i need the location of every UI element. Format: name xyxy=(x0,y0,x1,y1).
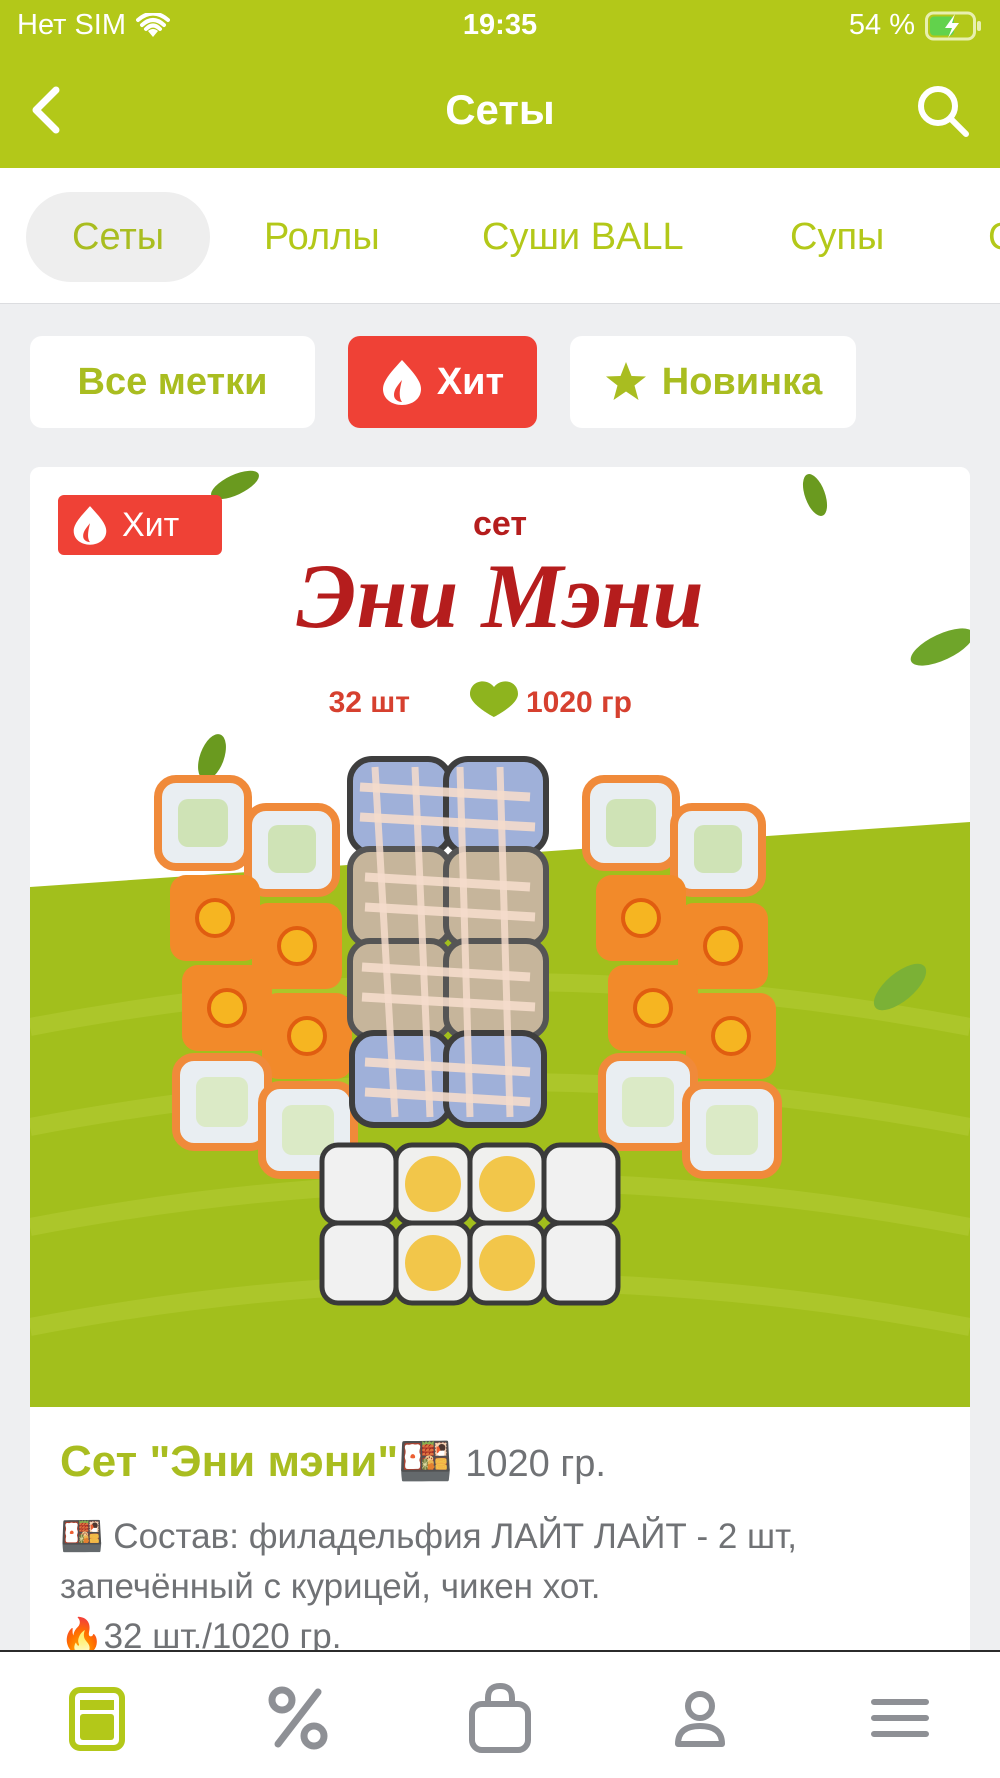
battery-indicator: 54 % xyxy=(849,9,983,42)
battery-label: 54 % xyxy=(848,9,915,41)
flame-icon xyxy=(73,506,107,545)
image-count: 32 шт xyxy=(329,686,410,719)
profile-tab-icon xyxy=(675,1691,725,1747)
product-card[interactable]: сет Эни Мэни 32 шт 1020 гр Хит Сет "Эни … xyxy=(30,467,970,1667)
filter-new-label: Новинка xyxy=(661,360,823,403)
nav-bar: Сеты xyxy=(0,62,1000,158)
more-tab-icon xyxy=(871,1699,929,1737)
battery-icon xyxy=(925,11,981,40)
product-description: 🍱 Состав: филадельфия ЛАЙТ ЛАЙТ - 2 шт, … xyxy=(60,1512,950,1662)
rolls-right xyxy=(582,775,782,1179)
status-bar: Нет SIM 19:35 54 % xyxy=(0,0,1000,50)
image-set-name: Эни Мэни xyxy=(296,545,703,647)
bottom-tab-bar xyxy=(0,1650,1000,1778)
search-icon[interactable] xyxy=(914,82,972,140)
image-set-word: сет xyxy=(473,505,527,543)
menu-tab-icon xyxy=(69,1687,125,1751)
tab-promotions[interactable] xyxy=(262,1682,334,1754)
filter-new[interactable]: Новинка xyxy=(570,336,856,428)
product-image[interactable]: сет Эни Мэни 32 шт 1020 гр xyxy=(30,467,970,1407)
hit-badge: Хит xyxy=(58,495,222,555)
category-tab-soups[interactable]: Супы xyxy=(790,192,884,282)
hit-badge-label: Хит xyxy=(122,505,180,544)
star-icon xyxy=(605,362,646,400)
category-tab-next[interactable]: С xyxy=(988,192,1000,282)
top-bar: Нет SIM 19:35 54 % Сеты xyxy=(0,0,1000,168)
filter-all-label: Все метки xyxy=(77,360,268,403)
category-tab-sushi-ball[interactable]: Суши BALL xyxy=(482,192,684,282)
bag-tab-icon xyxy=(469,1682,531,1753)
description-line: запечённый с курицей, чикен хот. xyxy=(60,1567,601,1606)
tab-cart[interactable] xyxy=(464,1682,536,1754)
filter-hit[interactable]: Хит xyxy=(348,336,537,428)
image-weight: 1020 гр xyxy=(526,686,632,719)
percent-tab-icon xyxy=(268,1686,328,1750)
description-line: 🍱 Состав: филадельфия ЛАЙТ ЛАЙТ - 2 шт, xyxy=(60,1517,797,1556)
category-tab-rolls[interactable]: Роллы xyxy=(264,192,380,282)
category-tabs: Сеты Роллы Суши BALL Супы С xyxy=(0,168,1000,304)
filter-all-tags[interactable]: Все метки xyxy=(30,336,315,428)
flame-icon xyxy=(382,360,421,405)
product-name: Сет "Эни мэни"🍱 xyxy=(60,1437,453,1486)
category-tab-sets[interactable]: Сеты xyxy=(26,192,211,282)
product-title[interactable]: Сет "Эни мэни"🍱 1020 гр. xyxy=(60,1435,606,1487)
tab-menu[interactable] xyxy=(62,1682,134,1754)
filter-hit-label: Хит xyxy=(436,360,505,403)
page-title: Сеты xyxy=(445,86,555,133)
tab-profile[interactable] xyxy=(664,1682,736,1754)
rolls-left xyxy=(154,775,358,1179)
product-weight: 1020 гр. xyxy=(465,1443,606,1485)
tab-more[interactable] xyxy=(864,1682,936,1754)
